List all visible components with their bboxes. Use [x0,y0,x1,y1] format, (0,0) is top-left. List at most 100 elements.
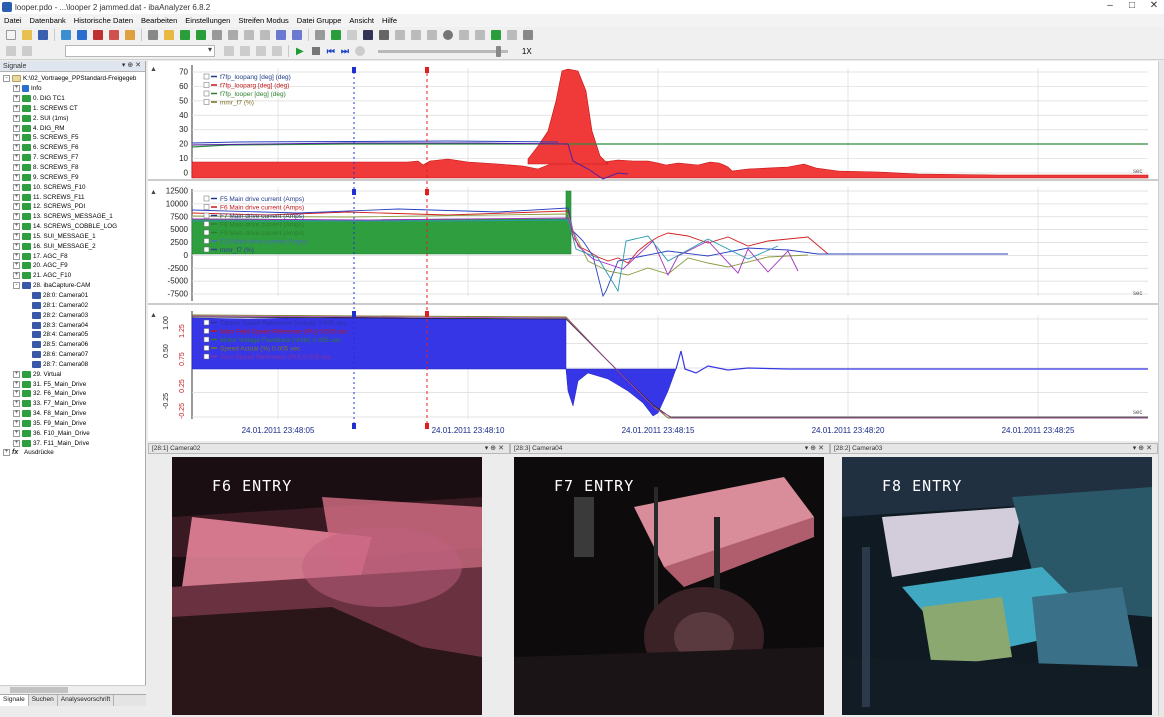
legend-label[interactable]: F6 Main drive current (Amps) [220,205,304,212]
expand-icon[interactable]: + [13,242,20,250]
line-chart-icon[interactable] [491,30,501,40]
legend-label[interactable]: F8 Main drive current (Amps) [220,222,304,229]
legend-label[interactable]: Tcho Speed Reference (PU) 0.005 sec [220,354,332,361]
tree-node[interactable]: +20. AGC_F9 [0,261,145,271]
paste-icon[interactable] [260,30,270,40]
playback-slider-thumb[interactable] [495,45,501,57]
camera-window-controls-icon[interactable]: ▾⊕✕ [805,444,826,452]
signals-panel-scrollbar[interactable] [0,685,146,694]
legend-checkbox[interactable] [203,353,210,360]
expand-icon[interactable]: + [13,400,20,408]
add-icon[interactable] [180,30,190,40]
menu-historische-daten[interactable]: Historische Daten [74,16,133,25]
expand-icon[interactable]: + [13,164,20,172]
camera-video[interactable]: F6 ENTRY [172,457,482,715]
maximize-icon[interactable]: □ [1126,1,1138,12]
expand-icon[interactable]: + [13,262,20,270]
tree-node[interactable]: +37. F11_Main_Drive [0,438,145,448]
expand-icon[interactable]: + [13,380,20,388]
cursor-blue-handle[interactable] [352,67,356,73]
expand-icon[interactable]: + [13,154,20,162]
expand-icon[interactable]: + [13,134,20,142]
collapse-icon[interactable]: - [3,75,10,83]
tree-node[interactable]: +33. F7_Main_Drive [0,399,145,409]
tree-node[interactable]: +9. SCREWS_F9 [0,172,145,182]
expand-icon[interactable]: + [13,144,20,152]
camera-video[interactable]: F7 ENTRY [514,457,824,715]
tree-node[interactable]: +17. AGC_F8 [0,251,145,261]
cursor-red-handle[interactable] [425,189,429,195]
legend-checkbox[interactable] [203,238,210,244]
copy-icon[interactable] [244,30,254,40]
new-file-icon[interactable] [6,30,16,40]
tree-node[interactable]: 28:6: Camera07 [0,350,145,360]
legend-label[interactable]: Main Field Speed Reference (PU) 0.005 se… [220,329,348,336]
minimize-icon[interactable]: – [1104,1,1116,12]
cursor-blue-handle[interactable] [352,189,356,195]
legend-checkbox[interactable] [203,99,210,105]
legend-label[interactable]: Torque Speed Reference (Actual) 0.005 se… [220,320,347,327]
legend-label[interactable]: F7 Main drive current (Amps) [220,213,304,220]
legend-checkbox[interactable] [203,90,210,97]
tree-node[interactable]: +31. F5_Main_Drive [0,379,145,389]
expand-icon[interactable]: + [13,193,20,201]
tree-node[interactable]: +12. SCREWS_PDI [0,202,145,212]
camera-video[interactable]: F8 ENTRY [842,457,1152,715]
back-icon[interactable] [6,46,16,56]
tree-node[interactable]: +34. F8_Main_Drive [0,409,145,419]
legend-label[interactable]: mmr_f7 (%) [220,247,254,254]
legend-label[interactable]: F5 Main drive current (Amps) [220,196,304,203]
charts-svg[interactable]: 70 60 50 40 30 20 10 0 f7fp_loopang [deg] (deg)… [148,61,1158,441]
camera-window-controls-icon[interactable]: ▾⊕✕ [1133,444,1154,452]
tree-node[interactable]: - K:\02_Vortraege_PPStandard-Freigegeb [0,74,145,84]
save-icon[interactable] [38,30,48,40]
menu-datei-gruppe[interactable]: Datei Gruppe [297,16,342,25]
tree-node[interactable]: 28:7: Camera08 [0,359,145,369]
signal-icon[interactable] [212,30,222,40]
tree-node[interactable]: +32. F6_Main_Drive [0,389,145,399]
tree-node[interactable]: +14. SCREWS_COBBLE_LOG [0,222,145,232]
tree-node[interactable]: +1. SCREWS CT [0,104,145,114]
expand-icon[interactable]: + [13,390,20,398]
legend-checkbox[interactable] [203,204,210,210]
panel-controls-icon[interactable]: ▾ ⊕ ✕ [122,61,141,69]
tree-node[interactable]: +4. DIG_RM [0,123,145,133]
tab-suchen[interactable]: Suchen [29,695,58,706]
zoom-in-icon[interactable] [411,30,421,40]
expand-icon[interactable]: + [13,439,20,447]
collapse-icon[interactable]: - [13,282,20,290]
overlay-icon[interactable] [459,30,469,40]
cascade-icon[interactable] [256,46,266,56]
tree-node[interactable]: +16. SUI_MESSAGE_2 [0,241,145,251]
expand-icon[interactable]: + [13,370,20,378]
expand-icon[interactable]: + [13,104,20,112]
menu-hilfe[interactable]: Hilfe [382,16,397,25]
zoom-out-icon[interactable] [427,30,437,40]
legend-checkbox[interactable] [203,229,210,236]
menu-ansicht[interactable]: Ansicht [349,16,374,25]
tree-node[interactable]: 28:4: Camera05 [0,330,145,340]
layout-icon[interactable] [272,46,282,56]
tree-node[interactable]: 28:1: Camera02 [0,300,145,310]
tree-node[interactable]: +10. SCREWS_F10 [0,182,145,192]
camera-window-controls-icon[interactable]: ▾⊕✕ [485,444,506,452]
export-icon[interactable] [125,30,135,40]
stop-icon[interactable] [311,47,320,55]
cut-icon[interactable] [148,30,158,40]
scrollbar-thumb[interactable] [10,687,68,693]
playback-slider[interactable] [377,45,508,57]
expand-icon[interactable]: + [13,429,20,437]
markers-icon[interactable] [379,30,389,40]
signal-select[interactable] [65,45,215,57]
cursor-red-handle[interactable] [425,423,429,429]
step-forward-icon[interactable]: ⏭ [341,46,349,57]
legend-checkbox[interactable] [203,336,210,343]
tree-node[interactable]: + Info [0,84,145,94]
scale-icon[interactable] [475,30,485,40]
expand-icon[interactable]: + [13,203,20,211]
clear-icon[interactable] [109,30,119,40]
forward-icon[interactable] [22,46,32,56]
cursor-red-handle[interactable] [425,311,429,317]
legend-label[interactable]: F9 Main drive current (Amps) [220,230,304,237]
cursor-blue-handle[interactable] [352,423,356,429]
